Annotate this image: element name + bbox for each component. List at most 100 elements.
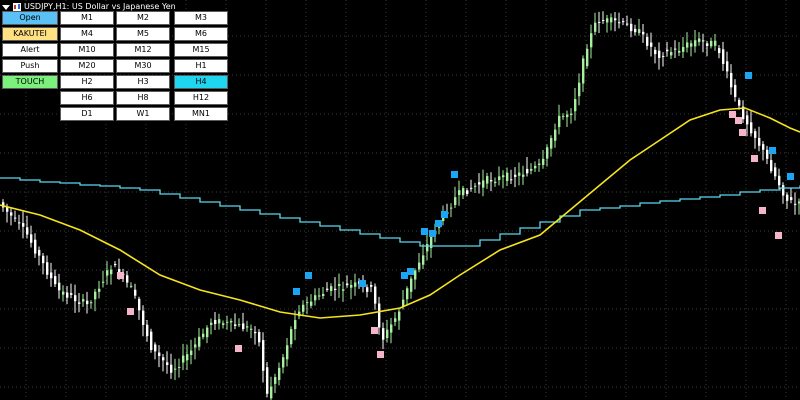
candle-body	[182, 355, 185, 363]
candle-body	[754, 131, 757, 138]
buy-signal-marker	[745, 72, 752, 79]
candle-body	[38, 250, 41, 256]
candle-body	[490, 180, 493, 182]
candle-body	[62, 291, 65, 295]
candle-body	[178, 366, 181, 368]
timeframe-h4-button[interactable]: H4	[174, 75, 228, 89]
candle-body	[602, 19, 605, 21]
timeframe-h6-button[interactable]: H6	[60, 91, 114, 105]
candle-body	[90, 302, 93, 304]
candle-body	[710, 40, 713, 47]
candle-body	[218, 319, 221, 324]
kakutei-button[interactable]: KAKUTEI	[2, 27, 58, 41]
candle-chart-icon[interactable]	[13, 2, 21, 11]
candle-body	[398, 311, 401, 321]
alert-button[interactable]: Alert	[2, 43, 58, 57]
candle-body	[790, 197, 793, 201]
candle-body	[134, 289, 137, 296]
candle-body	[774, 167, 777, 177]
candle-body	[518, 172, 521, 176]
touch-button[interactable]: TOUCH	[2, 75, 58, 89]
candle-body	[746, 115, 749, 125]
timeframe-h12-button[interactable]: H12	[174, 91, 228, 105]
candle-body	[562, 115, 565, 117]
push-button[interactable]: Push	[2, 59, 58, 73]
timeframe-m5-button[interactable]: M5	[116, 27, 170, 41]
candle-body	[706, 43, 709, 46]
candle-body	[762, 144, 765, 150]
candle-body	[574, 99, 577, 112]
candle-body	[630, 23, 633, 32]
candle-body	[642, 31, 645, 35]
candle-body	[594, 22, 597, 32]
candle-body	[454, 197, 457, 206]
candle-body	[450, 207, 453, 209]
candle-body	[66, 292, 69, 298]
candle-body	[482, 180, 485, 188]
timeframe-mn1-button[interactable]: MN1	[174, 107, 228, 121]
candle-body	[546, 147, 549, 159]
candle-body	[258, 332, 261, 343]
timeframe-h8-button[interactable]: H8	[116, 91, 170, 105]
candle-body	[58, 282, 61, 291]
candle-body	[382, 328, 385, 340]
candle-body	[146, 324, 149, 337]
candle-body	[394, 318, 397, 322]
buy-signal-marker	[429, 230, 436, 237]
timeframe-m20-button[interactable]: M20	[60, 59, 114, 73]
candle-body	[590, 33, 593, 48]
candle-body	[686, 42, 689, 48]
timeframe-h1-button[interactable]: H1	[174, 59, 228, 73]
candle-body	[346, 283, 349, 286]
candle-body	[486, 176, 489, 184]
candle-body	[670, 52, 673, 56]
candle-body	[474, 185, 477, 187]
candle-body	[462, 188, 465, 196]
candle-body	[18, 222, 21, 224]
timeframe-m1-button[interactable]: M1	[60, 11, 114, 25]
candle-body	[278, 367, 281, 381]
timeframe-h3-button[interactable]: H3	[116, 75, 170, 89]
sell-signal-marker	[235, 345, 242, 352]
timeframe-h2-button[interactable]: H2	[60, 75, 114, 89]
candle-body	[610, 17, 613, 23]
sell-signal-marker	[751, 155, 758, 162]
candle-body	[662, 55, 665, 57]
buy-signal-marker	[435, 220, 442, 227]
candle-body	[614, 18, 617, 21]
candle-body	[418, 262, 421, 270]
candle-body	[34, 239, 37, 254]
buy-signal-marker	[305, 272, 312, 279]
timeframe-w1-button[interactable]: W1	[116, 107, 170, 121]
open-button[interactable]: Open	[2, 11, 58, 25]
buy-signal-marker	[421, 228, 428, 235]
candle-body	[42, 255, 45, 264]
symbol-menu-icon[interactable]	[2, 3, 10, 11]
timeframe-m3-button[interactable]: M3	[174, 11, 228, 25]
candle-body	[10, 212, 13, 216]
timeframe-m15-button[interactable]: M15	[174, 43, 228, 57]
candle-body	[386, 329, 389, 339]
candle-body	[666, 49, 669, 52]
timeframe-m6-button[interactable]: M6	[174, 27, 228, 41]
candle-body	[770, 160, 773, 172]
timeframe-m30-button[interactable]: M30	[116, 59, 170, 73]
buy-signal-marker	[787, 173, 794, 180]
candle-body	[94, 291, 97, 300]
timeframe-m2-button[interactable]: M2	[116, 11, 170, 25]
timeframe-m10-button[interactable]: M10	[60, 43, 114, 57]
candle-body	[102, 281, 105, 283]
candle-body	[374, 286, 377, 304]
timeframe-m4-button[interactable]: M4	[60, 27, 114, 41]
candle-body	[186, 354, 189, 361]
buy-signal-marker	[401, 272, 408, 279]
yellow-moving-average	[0, 107, 800, 319]
candle-body	[230, 320, 233, 323]
candle-body	[694, 40, 697, 47]
candle-body	[426, 244, 429, 252]
timeframe-m12-button[interactable]: M12	[116, 43, 170, 57]
candle-body	[142, 310, 145, 325]
candle-body	[734, 84, 737, 97]
timeframe-d1-button[interactable]: D1	[60, 107, 114, 121]
candle-body	[82, 299, 85, 302]
